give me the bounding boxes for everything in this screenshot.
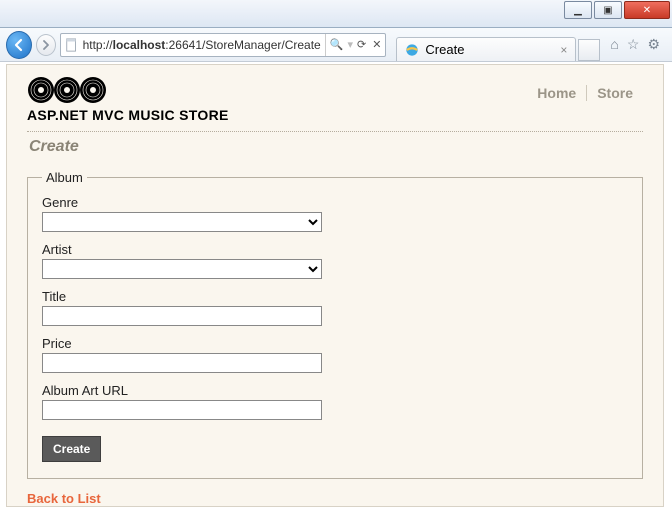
arrow-right-icon (41, 40, 51, 50)
album-fieldset: Album Genre Artist Title Price Album Art… (27, 170, 643, 479)
window-minimize-button[interactable]: ▁ (564, 1, 592, 19)
main-nav: Home Store (527, 85, 643, 101)
back-to-list-link[interactable]: Back to List (27, 491, 101, 506)
maximize-icon: ▣ (603, 5, 612, 16)
window-titlebar: ▁ ▣ ✕ (0, 0, 672, 28)
title-label: Title (42, 289, 628, 304)
genre-select[interactable] (42, 212, 322, 232)
settings-icon[interactable]: ⚙ (647, 36, 660, 53)
tab-close-button[interactable]: × (560, 43, 567, 57)
ie-icon (405, 43, 419, 57)
records-logo-icon (27, 75, 109, 105)
title-input[interactable] (42, 306, 322, 326)
close-icon: ✕ (643, 5, 651, 16)
favorites-icon[interactable]: ☆ (627, 36, 640, 53)
browser-toolbar: http://localhost:26641/StoreManager/Crea… (0, 28, 672, 62)
site-logo-block: ASP.NET MVC MUSIC STORE (27, 75, 229, 123)
site-title: ASP.NET MVC MUSIC STORE (27, 107, 229, 123)
search-icon[interactable]: 🔍 (330, 38, 344, 51)
tab-strip: Create × (396, 28, 600, 61)
page-icon (65, 38, 79, 52)
art-url-label: Album Art URL (42, 383, 628, 398)
page-heading: Create (29, 138, 643, 156)
price-label: Price (42, 336, 628, 351)
window-maximize-button[interactable]: ▣ (594, 1, 622, 19)
home-icon[interactable]: ⌂ (610, 36, 618, 53)
forward-button[interactable] (36, 34, 56, 56)
address-bar[interactable]: http://localhost:26641/StoreManager/Crea… (60, 33, 387, 57)
nav-store-link[interactable]: Store (587, 85, 643, 101)
page-body: ASP.NET MVC MUSIC STORE Home Store Creat… (6, 64, 664, 507)
fieldset-legend: Album (42, 170, 87, 185)
nav-home-link[interactable]: Home (527, 85, 587, 101)
minimize-icon: ▁ (574, 5, 582, 16)
url-text[interactable]: http://localhost:26641/StoreManager/Crea… (83, 38, 321, 52)
create-button[interactable]: Create (42, 436, 101, 462)
art-url-input[interactable] (42, 400, 322, 420)
refresh-button[interactable]: ⟳ (357, 38, 366, 51)
arrow-left-icon (12, 38, 26, 52)
price-input[interactable] (42, 353, 322, 373)
artist-select[interactable] (42, 259, 322, 279)
window-close-button[interactable]: ✕ (624, 1, 670, 19)
artist-label: Artist (42, 242, 628, 257)
header-divider (27, 131, 643, 132)
new-tab-button[interactable] (578, 39, 600, 61)
genre-label: Genre (42, 195, 628, 210)
browser-tab[interactable]: Create × (396, 37, 576, 61)
back-button[interactable] (6, 31, 32, 59)
stop-button[interactable]: ✕ (372, 38, 381, 51)
tab-title: Create (425, 42, 464, 57)
